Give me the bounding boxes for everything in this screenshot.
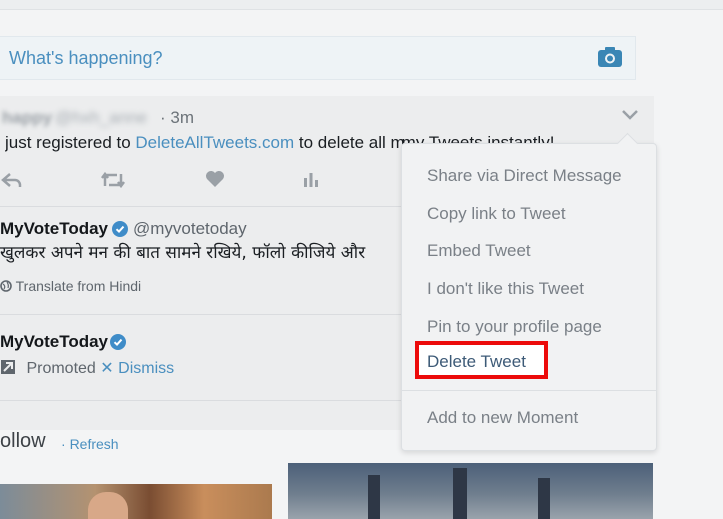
like-icon[interactable] xyxy=(205,170,225,193)
menu-item-add-moment[interactable]: Add to new Moment xyxy=(427,408,578,428)
tweet-author-name[interactable]: MyVoteToday xyxy=(0,219,108,239)
tweet-author-handle-blurred: @hxh_anne xyxy=(55,108,147,127)
suggestion-image[interactable] xyxy=(288,463,653,519)
promoted-row: Promoted ✕ Dismiss xyxy=(0,358,174,378)
launch-tower-shape xyxy=(538,478,550,519)
globe-icon xyxy=(0,278,16,294)
translate-link[interactable]: Translate from Hindi xyxy=(0,278,141,294)
refresh-link[interactable]: · Refresh xyxy=(61,436,119,452)
tweet-link[interactable]: DeleteAllTweets.com xyxy=(135,133,294,152)
menu-item-share-dm[interactable]: Share via Direct Message xyxy=(427,166,622,186)
menu-divider xyxy=(402,390,656,391)
tweet-text: just registered to DeleteAllTweets.com t… xyxy=(5,133,405,153)
composer-placeholder: What's happening? xyxy=(9,48,163,68)
close-icon: ✕ xyxy=(100,360,114,377)
menu-item-pin[interactable]: Pin to your profile page xyxy=(427,317,602,337)
verified-badge-icon xyxy=(110,334,126,350)
translate-label: Translate from Hindi xyxy=(15,278,142,294)
tweet-author-handle[interactable]: @myvotetoday xyxy=(133,219,247,239)
tweet-options-menu: Share via Direct Message Copy link to Tw… xyxy=(401,143,657,451)
dismiss-label: Dismiss xyxy=(118,360,175,377)
dismiss-link[interactable]: ✕ Dismiss xyxy=(100,360,174,377)
rocket-shape xyxy=(453,468,467,519)
promoted-label: Promoted xyxy=(26,360,96,377)
launch-tower-shape xyxy=(368,475,380,519)
menu-item-delete-tweet[interactable]: Delete Tweet xyxy=(427,352,526,372)
tweet-timestamp[interactable]: · 3m xyxy=(160,108,194,128)
who-to-follow-title: ollow xyxy=(0,430,46,452)
tweet-composer[interactable]: What's happening? xyxy=(0,36,636,80)
retweet-icon[interactable] xyxy=(100,170,126,195)
promoted-arrow-icon xyxy=(0,360,20,377)
chevron-down-icon[interactable] xyxy=(621,108,639,122)
verified-badge-icon xyxy=(112,221,128,237)
refresh-label: Refresh xyxy=(69,436,119,452)
top-border xyxy=(0,0,723,10)
tweet-author-name[interactable]: MyVoteToday xyxy=(0,332,108,352)
tweet-text-prefix: just registered to xyxy=(5,133,136,152)
reply-icon[interactable] xyxy=(0,170,22,195)
tweet-author-name-blurred: happy xyxy=(2,108,53,127)
tweet-actions xyxy=(0,170,330,194)
camera-icon[interactable] xyxy=(597,46,623,68)
tweet-text-overflow: to delete all my Tweets instantly! xyxy=(400,133,590,143)
tweet-text-suffix: to delete all my Tweets instantly! xyxy=(298,133,405,152)
suggestion-image[interactable] xyxy=(0,484,272,519)
person-photo xyxy=(88,492,128,519)
menu-item-copy-link[interactable]: Copy link to Tweet xyxy=(427,204,566,224)
analytics-icon[interactable] xyxy=(302,170,320,193)
tweet-text-suffix-tail: to delete all my Tweets instantly! xyxy=(400,133,555,143)
menu-item-dont-like[interactable]: I don't like this Tweet xyxy=(427,279,584,299)
delete-tweet-highlight[interactable]: Delete Tweet xyxy=(415,341,548,379)
tweet-text: खुलकर अपने मन की बात सामने रखिये, फॉलो क… xyxy=(0,243,366,263)
menu-item-embed[interactable]: Embed Tweet xyxy=(427,241,531,261)
